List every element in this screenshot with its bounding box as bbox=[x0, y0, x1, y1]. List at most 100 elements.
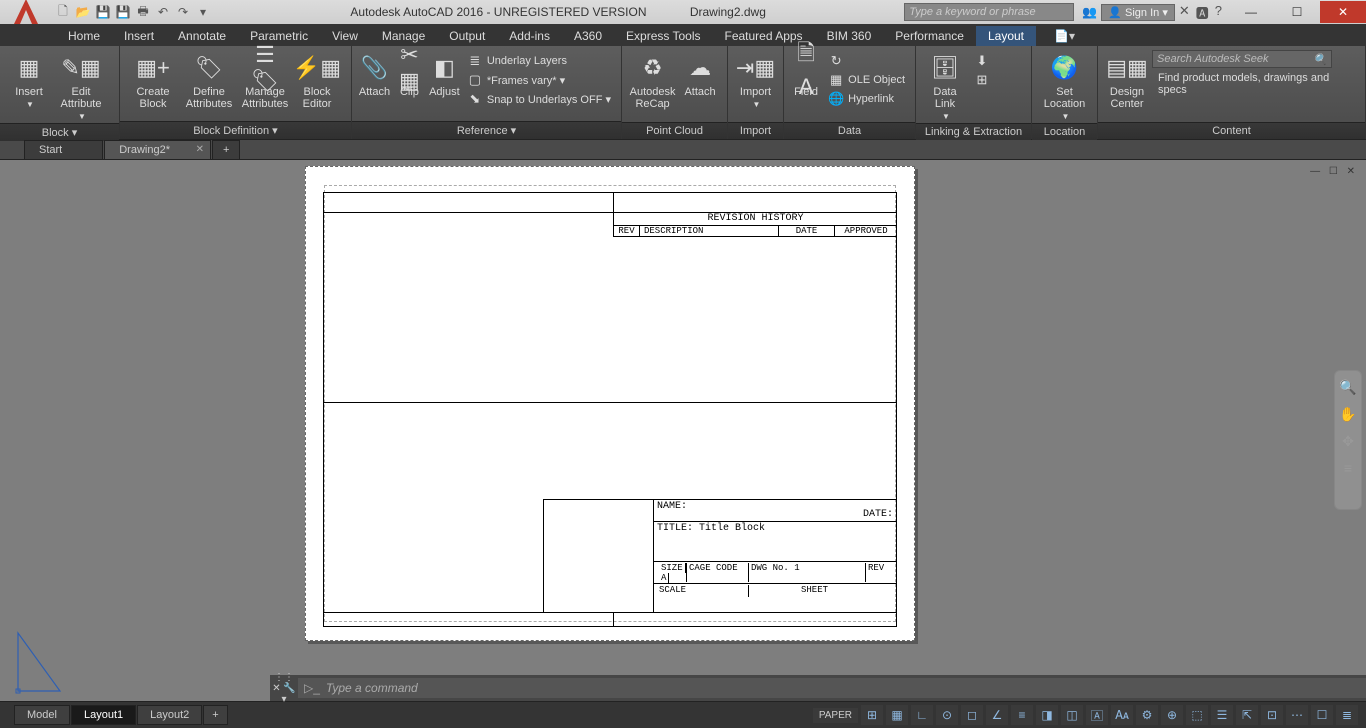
snap-toggle-icon[interactable]: ▦ bbox=[886, 705, 908, 725]
frames-button[interactable]: ▢*Frames vary* ▾ bbox=[463, 71, 615, 89]
data-link-button[interactable]: 🗄Data Link▼ bbox=[922, 50, 968, 123]
extract-data-button[interactable]: ⊞ bbox=[970, 71, 994, 89]
tab-a360[interactable]: A360 bbox=[562, 26, 614, 46]
tab-output[interactable]: Output bbox=[437, 26, 497, 46]
hyperlink-button[interactable]: 🌐Hyperlink bbox=[824, 90, 909, 108]
paper-space-toggle[interactable]: PAPER bbox=[813, 708, 858, 723]
customization-icon[interactable]: ≣ bbox=[1336, 705, 1358, 725]
close-button[interactable]: ✕ bbox=[1320, 1, 1366, 23]
undo-icon[interactable]: ↶ bbox=[154, 4, 172, 20]
cmd-handle-icon[interactable]: ⋮⋮ ✕ 🔧 ▾ bbox=[270, 672, 298, 705]
tab-layout2[interactable]: Layout2 bbox=[137, 705, 202, 725]
hardware-accel-icon[interactable]: ⋯ bbox=[1286, 705, 1308, 725]
new-icon[interactable]: 🗋 bbox=[54, 4, 72, 20]
help-icon[interactable]: ? bbox=[1215, 3, 1222, 22]
tab-view[interactable]: View bbox=[320, 26, 370, 46]
insert-button[interactable]: ▦Insert▼ bbox=[6, 50, 52, 111]
tab-addins[interactable]: Add-ins bbox=[497, 26, 562, 46]
save-icon[interactable]: 💾 bbox=[94, 4, 112, 20]
nav-pan-icon[interactable]: ✋ bbox=[1339, 406, 1356, 423]
ribbon-extra-icon[interactable]: 📄▾ bbox=[1048, 26, 1081, 46]
create-block-button[interactable]: ▦+Create Block bbox=[126, 50, 180, 112]
file-tab-start[interactable]: Start bbox=[24, 140, 103, 159]
set-location-button[interactable]: 🌍Set Location▼ bbox=[1038, 50, 1091, 123]
lock-ui-icon[interactable]: ⇱ bbox=[1236, 705, 1258, 725]
recap-button[interactable]: ♻Autodesk ReCap bbox=[628, 50, 677, 112]
selection-cycling-icon[interactable]: ◫ bbox=[1061, 705, 1083, 725]
transparency-toggle-icon[interactable]: ◨ bbox=[1036, 705, 1058, 725]
field-button[interactable]: 🗎AField bbox=[790, 50, 822, 100]
ucs-icon[interactable] bbox=[14, 623, 70, 695]
clip-button[interactable]: ✂▦Clip bbox=[393, 50, 426, 100]
file-tab-drawing[interactable]: Drawing2*✕ bbox=[104, 140, 211, 159]
tab-annotate[interactable]: Annotate bbox=[166, 26, 238, 46]
quick-properties-icon[interactable]: ☰ bbox=[1211, 705, 1233, 725]
annotation-monitor-icon[interactable]: ⊕ bbox=[1161, 705, 1183, 725]
exchange-icon[interactable]: ✕ bbox=[1179, 3, 1190, 22]
osnap-toggle-icon[interactable]: ◻ bbox=[961, 705, 983, 725]
annotation-visibility-icon[interactable]: 🗛 bbox=[1111, 705, 1133, 725]
pc-attach-button[interactable]: ☁Attach bbox=[679, 50, 721, 100]
import-button[interactable]: ⇥▦Import▼ bbox=[734, 50, 777, 111]
units-icon[interactable]: ⬚ bbox=[1186, 705, 1208, 725]
download-from-source-button[interactable]: ⬇ bbox=[970, 52, 994, 70]
minimize-button[interactable]: — bbox=[1228, 1, 1274, 23]
define-attr-button[interactable]: 🏷Define Attributes bbox=[182, 50, 236, 112]
underlay-layers-button[interactable]: ≣Underlay Layers bbox=[463, 52, 615, 70]
add-layout-button[interactable]: + bbox=[203, 705, 227, 725]
annotation-scale-icon[interactable]: 🄰 bbox=[1086, 705, 1108, 725]
tab-layout1[interactable]: Layout1 bbox=[71, 705, 136, 725]
nav-bar[interactable]: 🔍 ✋ ✥ ≡ bbox=[1334, 370, 1362, 510]
lineweight-toggle-icon[interactable]: ≡ bbox=[1011, 705, 1033, 725]
ortho-toggle-icon[interactable]: ∟ bbox=[911, 705, 933, 725]
tab-express[interactable]: Express Tools bbox=[614, 26, 712, 46]
edit-attribute-button[interactable]: ✎▦Edit Attribute▼ bbox=[54, 50, 108, 123]
qat-more-icon[interactable]: ▾ bbox=[194, 4, 212, 20]
infocenter-icon[interactable]: 👥 bbox=[1082, 5, 1097, 19]
maximize-button[interactable]: ☐ bbox=[1274, 1, 1320, 23]
grid-toggle-icon[interactable]: ⊞ bbox=[861, 705, 883, 725]
panel-blockdef-title[interactable]: Block Definition ▾ bbox=[120, 121, 351, 139]
snap-underlays-button[interactable]: ⬊Snap to Underlays OFF ▾ bbox=[463, 90, 615, 108]
plot-icon[interactable]: 🖶 bbox=[134, 4, 152, 20]
help-search-input[interactable]: Type a keyword or phrase bbox=[904, 3, 1074, 21]
attach-button[interactable]: 📎Attach bbox=[358, 50, 391, 100]
app-icon[interactable] bbox=[6, 0, 46, 32]
open-icon[interactable]: 📂 bbox=[74, 4, 92, 20]
nav-more-icon[interactable]: ≡ bbox=[1344, 460, 1352, 476]
clean-screen-icon[interactable]: ☐ bbox=[1311, 705, 1333, 725]
otrack-toggle-icon[interactable]: ∠ bbox=[986, 705, 1008, 725]
block-editor-button[interactable]: ⚡▦Block Editor bbox=[294, 50, 340, 112]
seek-go-icon[interactable]: 🔍 bbox=[1313, 53, 1327, 66]
isolate-objects-icon[interactable]: ⊡ bbox=[1261, 705, 1283, 725]
adjust-icon: ◧ bbox=[428, 52, 460, 84]
panel-linking-title: Linking & Extraction bbox=[916, 123, 1031, 140]
workspace-icon[interactable]: ⚙ bbox=[1136, 705, 1158, 725]
tab-model[interactable]: Model bbox=[14, 705, 70, 725]
nav-zoom-icon[interactable]: 🔍 bbox=[1339, 379, 1356, 396]
tab-insert[interactable]: Insert bbox=[112, 26, 166, 46]
update-fields-button[interactable]: ↻ bbox=[824, 52, 909, 70]
adjust-button[interactable]: ◧Adjust bbox=[428, 50, 461, 100]
polar-toggle-icon[interactable]: ⊙ bbox=[936, 705, 958, 725]
new-file-tab-button[interactable]: + bbox=[212, 140, 240, 159]
redo-icon[interactable]: ↷ bbox=[174, 4, 192, 20]
nav-orbit-icon[interactable]: ✥ bbox=[1342, 433, 1354, 450]
panel-block-title[interactable]: Block ▾ bbox=[0, 123, 119, 141]
saveas-icon[interactable]: 💾 bbox=[114, 4, 132, 20]
viewport-controls[interactable]: — ☐ ✕ bbox=[1310, 166, 1358, 177]
ole-button[interactable]: ▦OLE Object bbox=[824, 71, 909, 89]
tab-home[interactable]: Home bbox=[56, 26, 112, 46]
tab-performance[interactable]: Performance bbox=[883, 26, 976, 46]
tab-layout[interactable]: Layout bbox=[976, 26, 1036, 46]
panel-ref-title[interactable]: Reference ▾ bbox=[352, 121, 621, 139]
design-center-button[interactable]: ▤▦Design Center bbox=[1104, 50, 1150, 112]
seek-search-input[interactable]: Search Autodesk Seek🔍 bbox=[1152, 50, 1332, 68]
canvas[interactable]: — ☐ ✕ REVISION HISTORY REV DESCRIPTION D… bbox=[0, 160, 1366, 702]
command-input[interactable]: ▷_Type a command bbox=[298, 678, 1366, 698]
signin-button[interactable]: 👤 Sign In ▾ bbox=[1101, 4, 1175, 21]
a360-icon[interactable]: 🅰 bbox=[1196, 3, 1209, 22]
manage-attr-button[interactable]: ☰🏷Manage Attributes bbox=[238, 50, 292, 112]
close-tab-icon[interactable]: ✕ bbox=[196, 144, 204, 155]
tab-bim360[interactable]: BIM 360 bbox=[815, 26, 884, 46]
